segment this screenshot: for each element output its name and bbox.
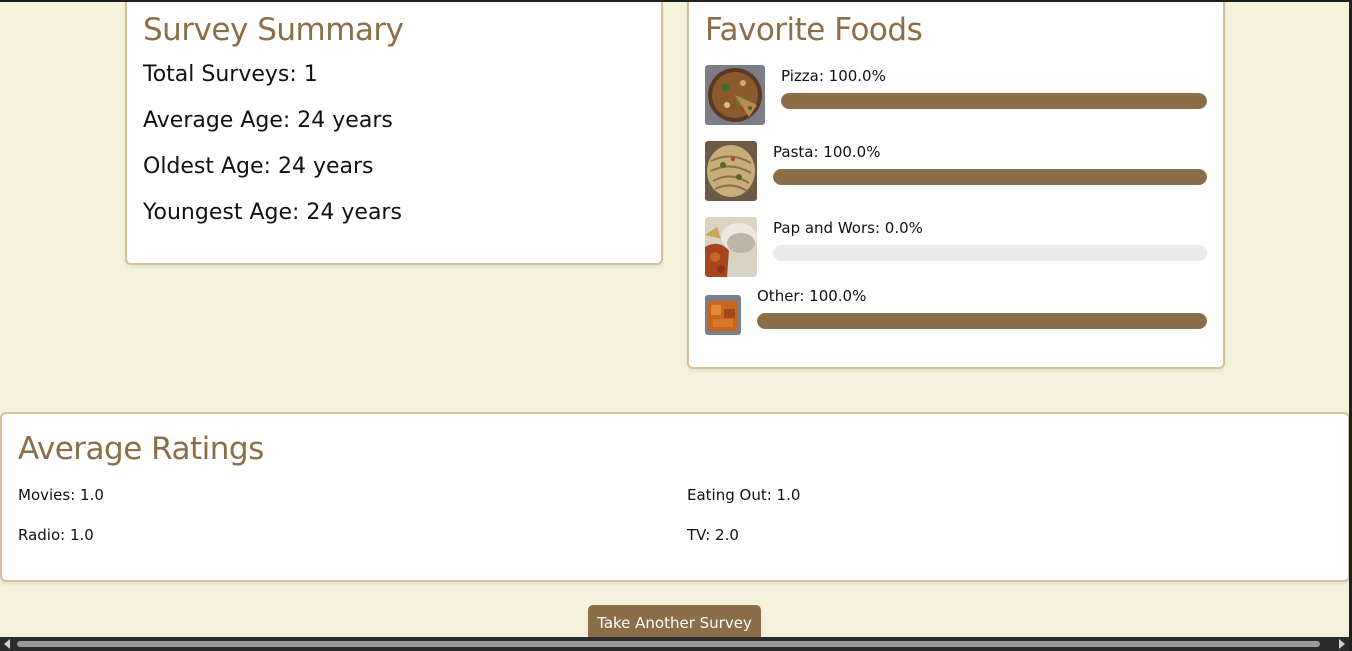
pasta-photo (705, 141, 757, 201)
rating-radio: Radio: 1.0 (18, 526, 94, 544)
rating-movies: Movies: 1.0 (18, 486, 104, 504)
average-ratings-card: Average Ratings Movies: 1.0 Eating Out: … (0, 412, 1349, 582)
pasta-progress-fill (773, 169, 1207, 185)
scroll-left-arrow-icon[interactable] (4, 639, 10, 649)
oldest-age-stat: Oldest Age: 24 years (143, 154, 374, 179)
food-label-pap-and-wors: Pap and Wors: 0.0% (773, 219, 923, 237)
food-label-pizza: Pizza: 100.0% (781, 67, 886, 85)
food-label-other: Other: 100.0% (757, 287, 867, 305)
other-food-photo (705, 295, 741, 335)
favorite-foods-card: Favorite Foods Pizza: 100.0% Pasta: 100.… (687, 2, 1225, 369)
food-label-pasta: Pasta: 100.0% (773, 143, 881, 161)
pasta-progress-bar (773, 169, 1207, 185)
total-surveys-stat: Total Surveys: 1 (143, 62, 318, 87)
scrollbar-thumb[interactable] (17, 641, 1320, 647)
pap-and-wors-progress-bar (773, 245, 1207, 261)
survey-summary-title: Survey Summary (143, 12, 404, 48)
scroll-right-arrow-icon[interactable] (1339, 639, 1345, 649)
results-page: Survey Summary Total Surveys: 1 Average … (0, 0, 1352, 651)
food-item-pap-and-wors: Pap and Wors: 0.0% (705, 217, 1207, 277)
take-another-survey-button[interactable]: Take Another Survey (588, 605, 761, 641)
food-item-pasta: Pasta: 100.0% (705, 141, 1207, 201)
pizza-photo (705, 65, 765, 125)
pizza-progress-bar (781, 93, 1207, 109)
average-ratings-title: Average Ratings (18, 431, 264, 467)
rating-tv: TV: 2.0 (687, 526, 739, 544)
rating-eating-out: Eating Out: 1.0 (687, 486, 801, 504)
other-progress-bar (757, 313, 1207, 329)
survey-summary-card: Survey Summary Total Surveys: 1 Average … (125, 2, 663, 265)
youngest-age-stat: Youngest Age: 24 years (143, 200, 402, 225)
favorite-foods-title: Favorite Foods (705, 12, 923, 48)
average-age-stat: Average Age: 24 years (143, 108, 393, 133)
pizza-progress-fill (781, 93, 1207, 109)
horizontal-scrollbar[interactable] (0, 637, 1349, 651)
other-progress-fill (757, 313, 1207, 329)
pap-and-wors-photo (705, 217, 757, 277)
food-item-other: Other: 100.0% (705, 287, 1207, 353)
food-item-pizza: Pizza: 100.0% (705, 65, 1207, 125)
